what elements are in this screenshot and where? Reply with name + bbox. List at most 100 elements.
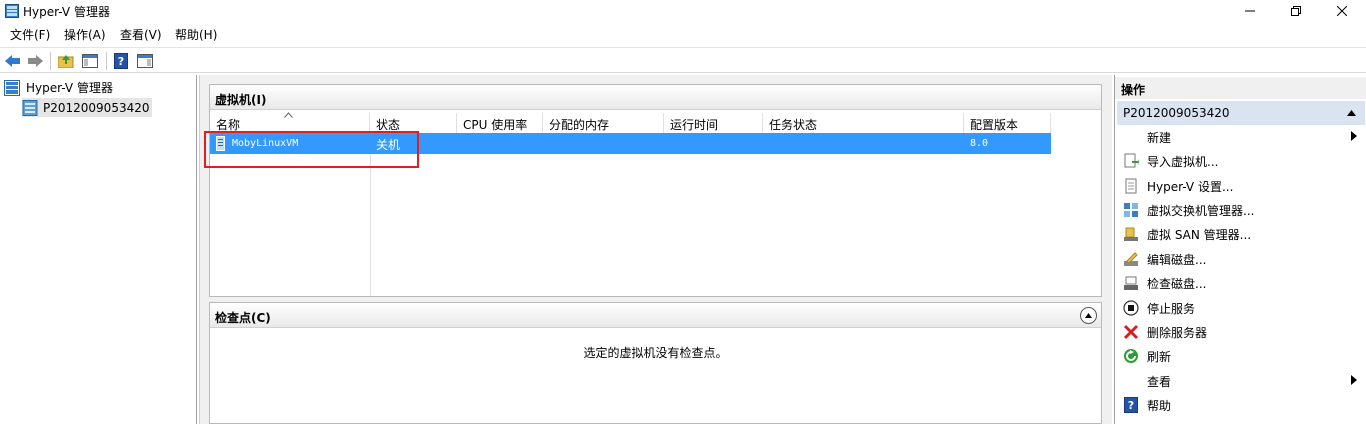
- virtual-machines-header: 虚拟机(I): [210, 85, 1101, 110]
- help-book-icon: ?: [114, 53, 128, 69]
- stop-service-icon: [1123, 300, 1139, 316]
- submenu-arrow-icon: [1351, 375, 1357, 385]
- show-hide-tree-button[interactable]: [80, 51, 100, 71]
- column-header-task-status[interactable]: 任务状态: [763, 113, 964, 133]
- submenu-arrow-icon: [1351, 131, 1357, 141]
- restore-icon: [1291, 6, 1301, 16]
- tree-node-root[interactable]: Hyper-V 管理器: [4, 78, 113, 97]
- action-help[interactable]: ? 帮助: [1115, 393, 1366, 417]
- actions-pane: 操作 P2012009053420 新建 导入虚拟机... Hyper-V 设置…: [1114, 75, 1366, 424]
- collapse-button[interactable]: [1080, 307, 1097, 324]
- menu-file[interactable]: 文件(F): [10, 26, 50, 43]
- settings-doc-icon: [1123, 178, 1139, 194]
- action-view[interactable]: 查看: [1115, 369, 1366, 393]
- inspect-disk-icon: [1123, 275, 1139, 291]
- action-new[interactable]: 新建: [1115, 125, 1366, 149]
- title-bar: Hyper-V 管理器: [0, 0, 1366, 22]
- tree-root-label: Hyper-V 管理器: [26, 81, 113, 95]
- san-manager-icon: [1123, 226, 1139, 242]
- column-header-state[interactable]: 状态: [370, 113, 457, 133]
- toolbar: ?: [0, 47, 1366, 73]
- no-checkpoints-message: 选定的虚拟机没有检查点。: [583, 346, 728, 360]
- collapse-up-icon: [1085, 313, 1092, 318]
- action-edit-disk-label: 编辑磁盘...: [1147, 253, 1207, 267]
- action-inspect-disk[interactable]: 检查磁盘...: [1115, 271, 1366, 295]
- action-import-vm-label: 导入虚拟机...: [1147, 155, 1219, 169]
- actions-section-label: P2012009053420: [1123, 106, 1230, 120]
- collapse-triangle-icon: [1347, 110, 1356, 116]
- vm-icon: [216, 136, 225, 151]
- tree-node-server[interactable]: P2012009053420: [22, 98, 152, 117]
- sort-ascending-icon: [284, 112, 293, 118]
- column-header-uptime[interactable]: 运行时间: [664, 113, 763, 133]
- column-divider: [370, 133, 371, 296]
- action-edit-disk[interactable]: 编辑磁盘...: [1115, 247, 1366, 271]
- action-stop-service-label: 停止服务: [1147, 302, 1196, 316]
- column-header-name-label: 名称: [216, 118, 241, 132]
- minimize-icon: [1245, 10, 1255, 12]
- action-help-label: 帮助: [1147, 399, 1172, 413]
- tree-server-label: P2012009053420: [43, 100, 150, 115]
- import-vm-icon: [1123, 153, 1139, 169]
- menu-action[interactable]: 操作(A): [64, 26, 106, 43]
- action-refresh-label: 刷新: [1147, 350, 1172, 364]
- action-pane-icon: [137, 54, 153, 68]
- virtual-machines-panel: 虚拟机(I) 名称 状态 CPU 使用率 分配的内存 运行时间 任务状态 配置版…: [204, 84, 1102, 297]
- table-row[interactable]: MobyLinuxVM 关机 8.0: [210, 133, 1051, 154]
- edit-disk-icon: [1123, 251, 1139, 267]
- action-new-label: 新建: [1147, 131, 1172, 145]
- back-arrow-icon: [5, 55, 20, 67]
- show-hide-action-pane-button[interactable]: [135, 51, 155, 71]
- vm-name: MobyLinuxVM: [232, 138, 299, 149]
- refresh-icon: [1123, 348, 1139, 364]
- action-remove-server[interactable]: 删除服务器: [1115, 320, 1366, 344]
- action-import-vm[interactable]: 导入虚拟机...: [1115, 149, 1366, 173]
- column-header-memory[interactable]: 分配的内存: [543, 113, 664, 133]
- window-title: Hyper-V 管理器: [23, 5, 110, 19]
- remove-server-icon: [1123, 324, 1139, 340]
- help-toolbar-button[interactable]: ?: [111, 51, 131, 71]
- close-icon: [1337, 6, 1347, 16]
- folder-up-icon: [58, 55, 74, 68]
- toolbar-separator: [50, 52, 51, 70]
- action-switch-manager-label: 虚拟交换机管理器...: [1147, 204, 1255, 218]
- menu-view[interactable]: 查看(V): [120, 26, 162, 43]
- console-tree-icon: [82, 54, 98, 68]
- close-button[interactable]: [1319, 0, 1365, 22]
- action-san-manager-label: 虚拟 SAN 管理器...: [1147, 228, 1252, 242]
- vm-state: 关机: [376, 138, 401, 152]
- action-switch-manager[interactable]: 虚拟交换机管理器...: [1115, 198, 1366, 222]
- restore-button[interactable]: [1273, 0, 1319, 22]
- switch-manager-icon: [1123, 202, 1139, 218]
- action-hyperv-settings[interactable]: Hyper-V 设置...: [1115, 174, 1366, 198]
- minimize-button[interactable]: [1227, 0, 1273, 22]
- menu-bar: 文件(F) 操作(A) 查看(V) 帮助(H): [0, 24, 1366, 44]
- menu-help[interactable]: 帮助(H): [175, 26, 217, 43]
- forward-arrow-icon: [28, 55, 43, 67]
- svg-text:?: ?: [1128, 399, 1134, 412]
- hyperv-app-icon: [5, 4, 19, 18]
- column-header-config-version[interactable]: 配置版本: [964, 113, 1051, 133]
- svg-text:?: ?: [118, 55, 124, 68]
- up-folder-button[interactable]: [56, 51, 76, 71]
- column-header-name[interactable]: 名称: [210, 112, 370, 133]
- column-header-cpu[interactable]: CPU 使用率: [457, 113, 543, 133]
- action-inspect-disk-label: 检查磁盘...: [1147, 277, 1207, 291]
- action-refresh[interactable]: 刷新: [1115, 344, 1366, 368]
- vm-list: 名称 状态 CPU 使用率 分配的内存 运行时间 任务状态 配置版本 MobyL…: [210, 112, 1101, 296]
- center-pane: 虚拟机(I) 名称 状态 CPU 使用率 分配的内存 运行时间 任务状态 配置版…: [199, 75, 1112, 424]
- action-hyperv-settings-label: Hyper-V 设置...: [1147, 180, 1234, 194]
- action-stop-service[interactable]: 停止服务: [1115, 296, 1366, 320]
- actions-section-server[interactable]: P2012009053420: [1117, 101, 1365, 125]
- vm-config-version: 8.0: [970, 138, 989, 149]
- forward-button[interactable]: [25, 51, 45, 71]
- action-view-label: 查看: [1147, 375, 1172, 389]
- checkpoints-panel: 检查点(C) 选定的虚拟机没有检查点。: [209, 302, 1102, 424]
- server-icon: [22, 99, 38, 116]
- back-button[interactable]: [3, 51, 23, 71]
- help-icon: ?: [1123, 397, 1139, 413]
- action-san-manager[interactable]: 虚拟 SAN 管理器...: [1115, 222, 1366, 246]
- toolbar-separator: [106, 52, 107, 70]
- actions-header: 操作: [1115, 77, 1366, 99]
- checkpoints-header: 检查点(C): [210, 303, 1101, 328]
